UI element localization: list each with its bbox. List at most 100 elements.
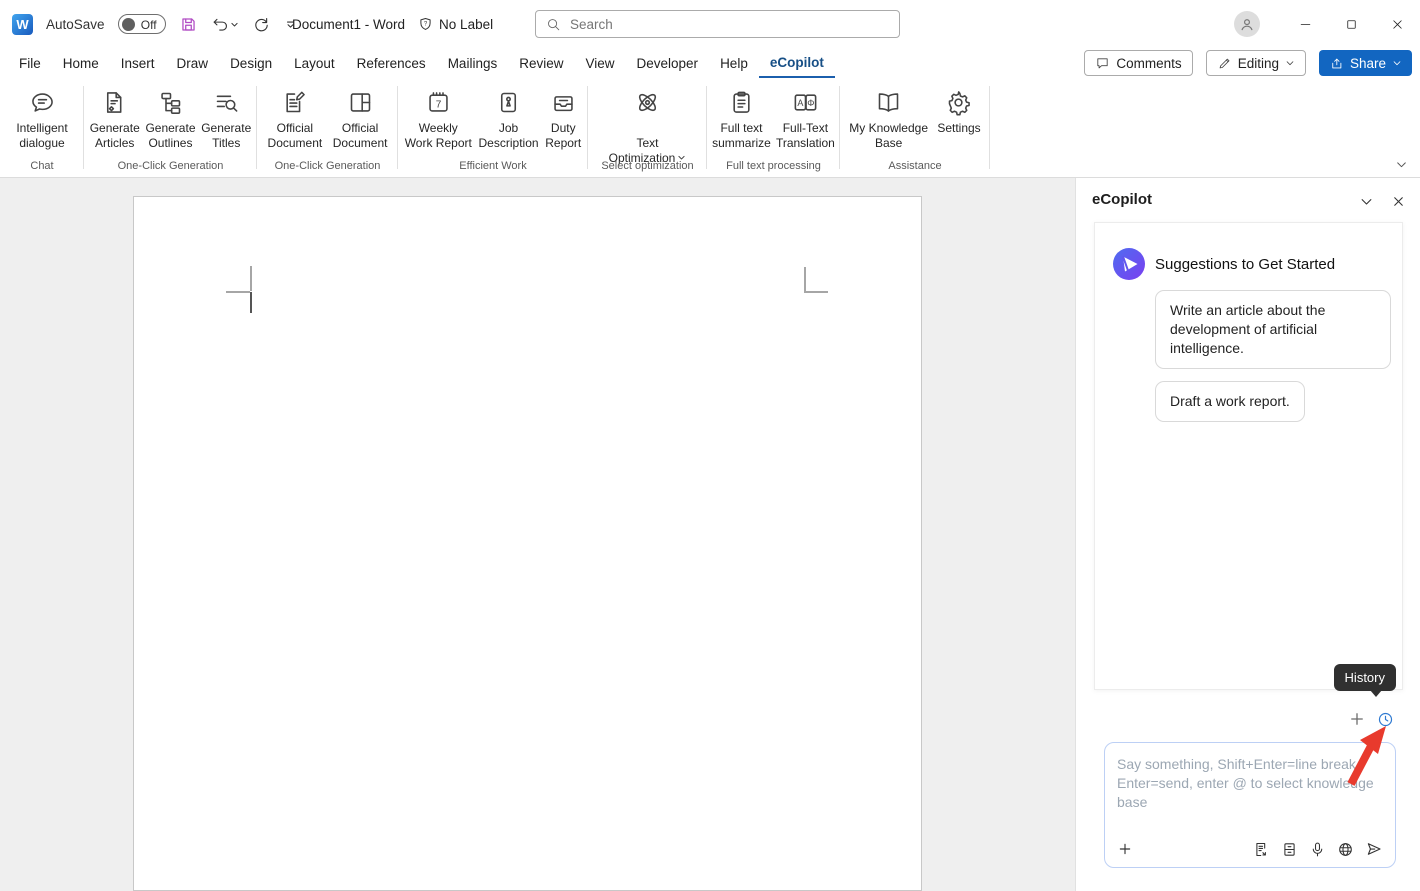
share-button[interactable]: Share xyxy=(1319,50,1412,76)
chevron-down-icon xyxy=(230,20,239,29)
tab-references[interactable]: References xyxy=(346,48,437,78)
insert-to-document-button[interactable] xyxy=(1253,841,1270,858)
group-label: Efficient Work xyxy=(398,160,588,172)
svg-text:Φ: Φ xyxy=(807,98,814,108)
button-label: Full-Text Translation xyxy=(776,121,835,151)
collapse-ribbon-button[interactable] xyxy=(1395,158,1408,171)
account-avatar[interactable] xyxy=(1234,11,1260,37)
redo-icon xyxy=(252,15,271,34)
autosave-label: AutoSave xyxy=(46,17,105,32)
tab-home[interactable]: Home xyxy=(52,48,110,78)
maximize-button[interactable] xyxy=(1328,0,1374,48)
tab-developer[interactable]: Developer xyxy=(626,48,710,78)
ecopilot-logo-icon xyxy=(1112,247,1146,286)
group-label: One-Click Generation xyxy=(257,160,398,172)
chevron-down-icon xyxy=(1285,58,1295,68)
search-input[interactable] xyxy=(570,17,870,32)
button-label: Official Document xyxy=(333,121,388,151)
document-outline-button[interactable] xyxy=(1281,841,1298,858)
globe-icon xyxy=(1337,841,1354,858)
inbox-tray-icon xyxy=(550,89,577,116)
person-icon xyxy=(1238,15,1256,33)
document-pen-icon xyxy=(281,89,308,116)
svg-text:?: ? xyxy=(424,21,428,27)
attach-button[interactable] xyxy=(1117,841,1133,857)
tab-view[interactable]: View xyxy=(574,48,625,78)
suggestion-card-report[interactable]: Draft a work report. xyxy=(1155,381,1305,422)
search-box[interactable] xyxy=(535,10,900,38)
group-label: Assistance xyxy=(840,160,990,172)
tab-layout[interactable]: Layout xyxy=(283,48,346,78)
document-page[interactable] xyxy=(133,196,922,891)
comments-label: Comments xyxy=(1116,56,1181,71)
margin-mark-left-horizontal xyxy=(226,291,250,293)
panel-close-button[interactable] xyxy=(1391,194,1406,209)
redo-button[interactable] xyxy=(252,15,271,34)
annotation-arrow xyxy=(1338,718,1393,793)
minimize-icon xyxy=(1298,17,1313,32)
sensitivity-label-button[interactable]: ? No Label xyxy=(417,16,493,33)
maximize-icon xyxy=(1344,17,1359,32)
outline-tree-icon xyxy=(157,89,184,116)
clipboard-list-icon xyxy=(728,89,755,116)
tab-draw[interactable]: Draw xyxy=(166,48,220,78)
word-app-icon: W xyxy=(12,14,33,35)
open-book-icon xyxy=(875,89,902,116)
chevron-down-icon xyxy=(1395,158,1408,171)
button-label: My Knowledge Base xyxy=(849,121,928,151)
document-outline-icon xyxy=(1281,841,1298,858)
text-cursor xyxy=(250,292,252,313)
ribbon-group-assistance: My Knowledge Base Settings Assistance xyxy=(840,78,990,177)
microphone-icon xyxy=(1309,841,1326,858)
tab-ecopilot[interactable]: eCopilot xyxy=(759,48,835,78)
list-search-icon xyxy=(213,89,240,116)
autosave-toggle[interactable]: Off xyxy=(118,14,166,34)
tab-help[interactable]: Help xyxy=(709,48,759,78)
save-button[interactable] xyxy=(179,15,198,34)
tab-review[interactable]: Review xyxy=(508,48,574,78)
ribbon-group-full-text-processing: Full text summarize A Φ Full-Text Transl… xyxy=(707,78,840,177)
undo-button[interactable] xyxy=(211,15,239,34)
undo-icon xyxy=(211,15,230,34)
close-window-button[interactable] xyxy=(1374,0,1420,48)
tab-mailings[interactable]: Mailings xyxy=(437,48,509,78)
web-search-button[interactable] xyxy=(1337,841,1354,858)
insert-document-icon xyxy=(1253,841,1270,858)
tab-design[interactable]: Design xyxy=(219,48,283,78)
panel-title: eCopilot xyxy=(1092,191,1152,208)
group-label: Chat xyxy=(0,160,84,172)
ribbon-group-one-click-generation-2: Official Document Official Document One-… xyxy=(257,78,398,177)
document-title: Document1 - Word xyxy=(292,17,405,32)
suggestions-card: Suggestions to Get Started Write an arti… xyxy=(1094,222,1403,690)
tab-insert[interactable]: Insert xyxy=(110,48,166,78)
minimize-button[interactable] xyxy=(1282,0,1328,48)
chevron-down-icon xyxy=(1359,194,1374,209)
autosave-state: Off xyxy=(141,18,157,32)
suggestion-card-article[interactable]: Write an article about the development o… xyxy=(1155,290,1391,369)
comments-button[interactable]: Comments xyxy=(1084,50,1192,76)
ribbon: Intelligent dialogue Chat Generate Artic… xyxy=(0,78,1420,178)
toggle-knob xyxy=(122,18,135,31)
editing-mode-button[interactable]: Editing xyxy=(1206,50,1306,76)
tab-file[interactable]: File xyxy=(8,48,52,78)
atom-icon xyxy=(634,89,661,116)
button-label: Settings xyxy=(937,121,980,136)
search-icon xyxy=(546,17,561,32)
ribbon-group-chat: Intelligent dialogue Chat xyxy=(0,78,84,177)
voice-input-button[interactable] xyxy=(1309,841,1326,858)
ribbon-group-select-optimization: Text Optimization Select optimization xyxy=(588,78,707,177)
button-label: Generate Outlines xyxy=(145,121,195,151)
send-icon xyxy=(1365,840,1383,858)
plus-icon xyxy=(1117,841,1133,857)
chat-bubble-icon xyxy=(29,89,56,116)
sensitivity-label-text: No Label xyxy=(439,17,493,32)
button-label: Intelligent dialogue xyxy=(16,121,67,151)
history-tooltip: History xyxy=(1334,664,1396,691)
menu-bar: File Home Insert Draw Design Layout Refe… xyxy=(0,48,1420,78)
margin-mark-right-vertical xyxy=(804,267,806,292)
button-label: Duty Report xyxy=(545,121,581,151)
panel-collapse-button[interactable] xyxy=(1359,194,1374,209)
send-button[interactable] xyxy=(1365,840,1383,858)
close-icon xyxy=(1390,17,1405,32)
comment-icon xyxy=(1095,56,1110,71)
